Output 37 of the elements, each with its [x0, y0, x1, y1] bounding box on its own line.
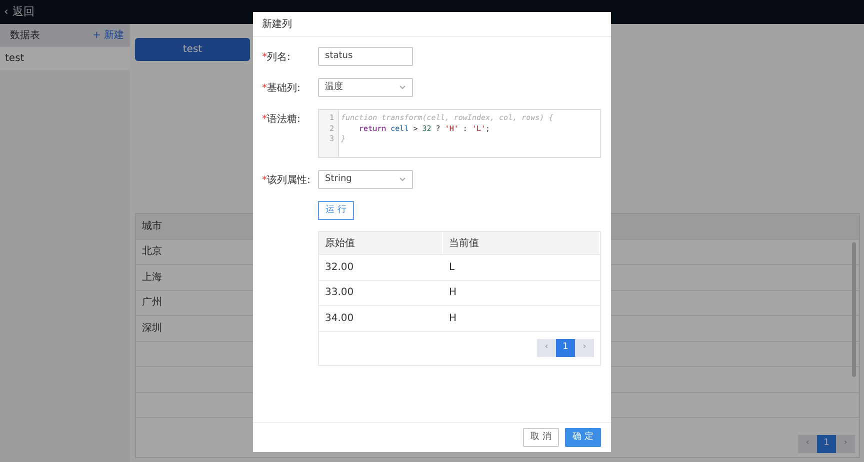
scrollbar[interactable]	[852, 242, 856, 377]
field-label: *列名:	[262, 52, 290, 63]
input-field[interactable]: status	[318, 47, 413, 66]
table-cell: 32.00	[325, 262, 354, 273]
select-field[interactable]: 温度	[318, 78, 413, 97]
field-label: *该列属性:	[262, 175, 310, 186]
column-header: 城市	[142, 220, 162, 234]
dialog-title: 新建列	[262, 18, 292, 32]
run-button[interactable]: 运 行	[318, 201, 354, 220]
table-cell: H	[449, 287, 457, 298]
table-button[interactable]: test	[135, 38, 250, 61]
page-button[interactable]: 1	[556, 339, 575, 357]
table-cell: 33.00	[325, 287, 354, 298]
field-label: *基础列:	[262, 83, 300, 94]
confirm-button[interactable]: 确 定	[565, 428, 601, 447]
table-cell-text: 北京	[142, 244, 162, 260]
column-header: 原始值	[325, 236, 355, 250]
cancel-button[interactable]: 取 消	[523, 428, 559, 447]
table-cell: L	[449, 262, 455, 273]
chevron-icon	[399, 177, 406, 182]
sidebar-title: 数据表	[10, 28, 40, 43]
field-label: *语法糖:	[262, 114, 300, 125]
new-link[interactable]: + 新建	[92, 28, 124, 43]
back-link[interactable]: 返回	[12, 4, 34, 20]
column-header: 当前值	[449, 236, 479, 250]
table-cell-text: 深圳	[142, 322, 162, 336]
table-cell-text: 广州	[142, 296, 162, 310]
sidebar-item[interactable]: test	[0, 47, 130, 70]
chevron-icon	[399, 85, 406, 90]
prev-page-button[interactable]: ‹	[537, 339, 556, 357]
table-cell: H	[449, 312, 457, 324]
select-field[interactable]: String	[318, 170, 413, 189]
table-cell: 34.00	[325, 312, 354, 324]
back-icon[interactable]: ‹	[4, 4, 8, 20]
page-button[interactable]: 1	[817, 435, 836, 453]
table-cell-text: 上海	[142, 270, 162, 285]
next-page-button[interactable]: ›	[575, 339, 594, 357]
